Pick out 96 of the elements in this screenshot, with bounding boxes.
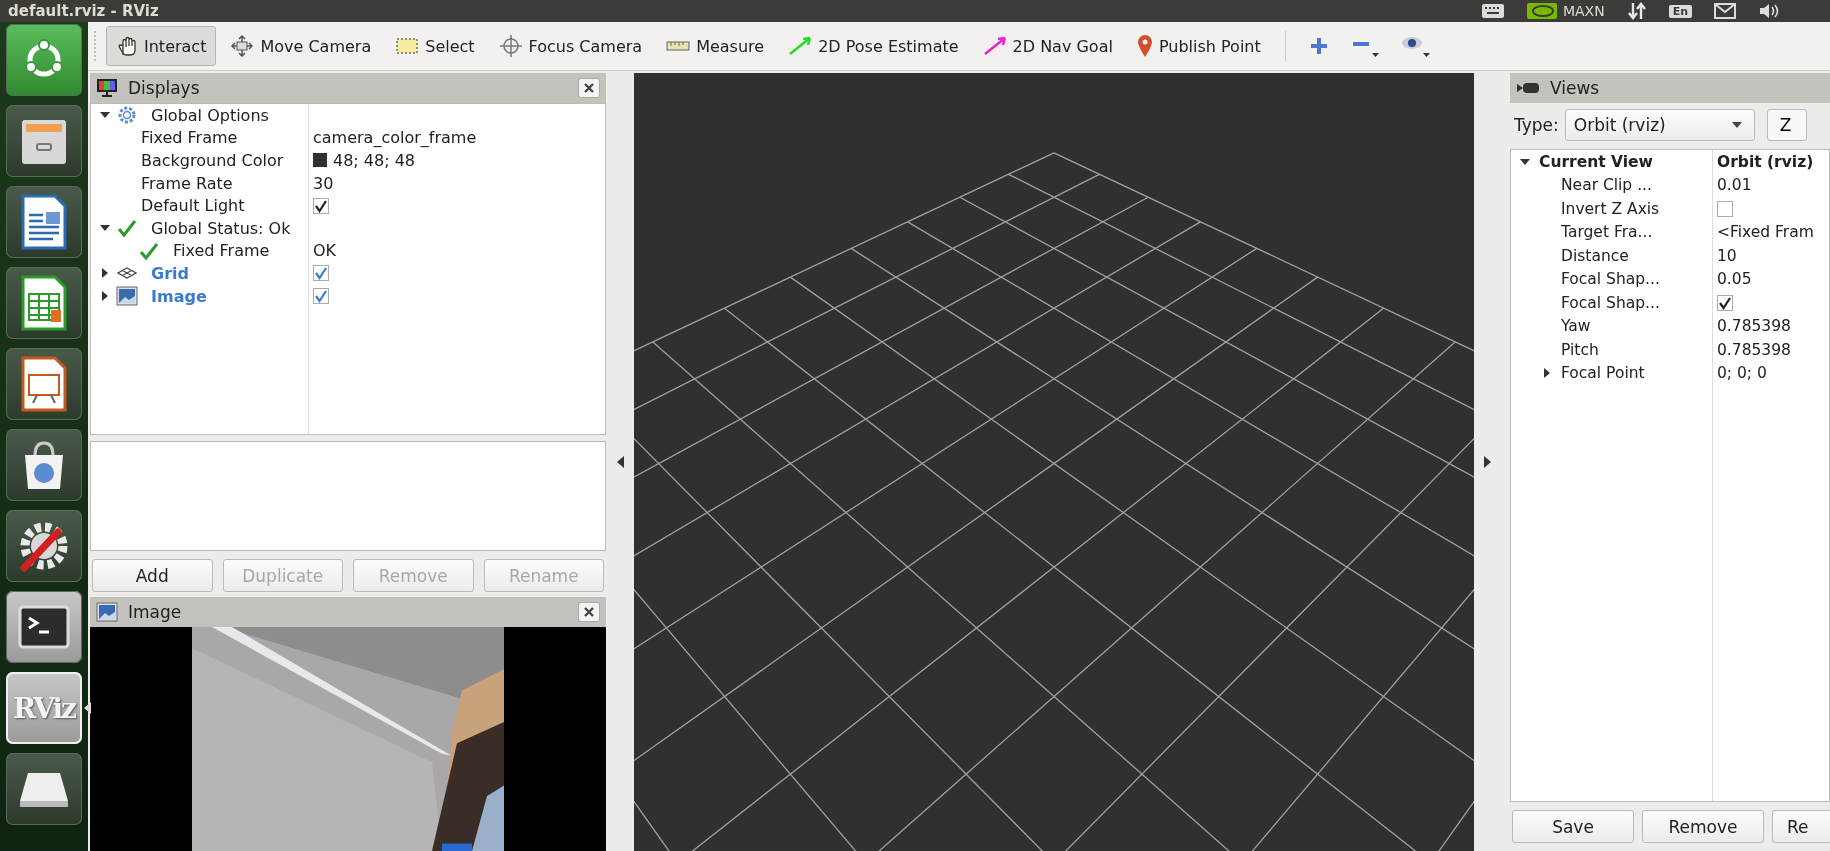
close-button[interactable] [578, 78, 600, 98]
camera-icon [1516, 81, 1540, 95]
launcher-item[interactable] [6, 348, 82, 420]
power-mode-label[interactable]: MAXN [1562, 3, 1605, 19]
property-name[interactable]: Current View [1535, 152, 1653, 171]
tool-button[interactable]: Focus Camera [488, 26, 653, 66]
property-name[interactable]: Focal Shap... [1557, 270, 1660, 289]
tool-button[interactable]: Publish Point [1126, 26, 1271, 66]
eye-logo-icon[interactable] [1526, 3, 1557, 19]
property-name[interactable]: Frame Rate [137, 173, 233, 193]
property-name[interactable]: Invert Z Axis [1557, 199, 1660, 218]
property-value: OK [313, 241, 337, 261]
image-icon [96, 602, 118, 622]
checkbox[interactable] [313, 288, 329, 305]
color-swatch[interactable] [313, 153, 327, 168]
app-logo: RViz [12, 691, 75, 725]
collapse-arrow-icon[interactable] [1484, 456, 1492, 468]
property-name[interactable]: Near Clip ... [1557, 176, 1652, 195]
launcher-item[interactable] [6, 753, 82, 825]
monitor-icon [96, 78, 118, 98]
launcher-item[interactable] [6, 186, 82, 258]
keyboard-icon[interactable] [1480, 3, 1505, 19]
map-pin-icon [1136, 34, 1153, 58]
panel-title: Image [128, 602, 183, 622]
ruler-icon [666, 40, 691, 52]
terminal-icon [17, 604, 71, 650]
arrow-icon [788, 36, 813, 56]
tool-button[interactable]: Measure [656, 26, 775, 66]
panel-button[interactable]: Add [92, 559, 213, 592]
property-name[interactable]: Yaw [1557, 317, 1591, 336]
tool-button[interactable]: 2D Pose Estimate [778, 26, 969, 66]
language-indicator[interactable]: En [1668, 4, 1692, 18]
check-icon [139, 241, 159, 260]
property-value: <Fixed Fram [1717, 223, 1814, 242]
property-value: 0.05 [1717, 270, 1752, 289]
property-name[interactable]: Default Light [137, 196, 245, 216]
launcher-item[interactable] [6, 24, 82, 96]
property-name[interactable]: Background Color [137, 151, 284, 170]
launcher-item[interactable] [6, 591, 82, 663]
mail-icon[interactable] [1714, 3, 1736, 19]
type-dropdown[interactable]: Orbit (rviz) [1564, 109, 1755, 141]
launcher-item[interactable] [6, 429, 82, 501]
property-name[interactable]: Global Status: Ok [147, 218, 291, 238]
property-value: 0.785398 [1717, 340, 1791, 359]
property-name[interactable]: Pitch [1557, 340, 1599, 359]
gear-icon [117, 105, 137, 126]
property-name[interactable]: Image [147, 286, 207, 306]
property-value: 0.785398 [1717, 317, 1791, 336]
property-name[interactable]: Grid [147, 263, 189, 283]
tool-button[interactable]: Select [385, 26, 485, 66]
tool-button[interactable]: 2D Nav Goal [972, 26, 1123, 66]
checkbox[interactable] [313, 197, 329, 214]
property-name[interactable]: Distance [1557, 246, 1629, 265]
launcher-item[interactable] [6, 510, 82, 582]
panel-title: Displays [128, 78, 201, 98]
property-value: 30 [313, 173, 334, 193]
checkbox[interactable] [1717, 294, 1733, 311]
grid-icon [117, 267, 137, 280]
dropdown-caret-icon [1731, 122, 1742, 128]
property-value: 10 [1717, 246, 1737, 265]
close-button[interactable] [578, 602, 600, 622]
property-value: camera_color_frame [313, 128, 477, 148]
window-title: default.rviz - RViz [8, 2, 159, 20]
arrow-icon [982, 36, 1007, 56]
collapse-arrow-icon[interactable] [616, 456, 624, 468]
property-name[interactable]: Fixed Frame [169, 241, 270, 261]
hand-icon [116, 35, 138, 57]
tool-button[interactable]: Interact [106, 26, 217, 66]
move-arrows-icon [230, 35, 255, 57]
launcher-item[interactable] [6, 105, 82, 177]
checkbox[interactable] [1717, 200, 1733, 217]
property-value: 0; 0; 0 [1717, 364, 1767, 383]
crosshair-icon [498, 34, 523, 58]
updown-arrows-icon[interactable] [1626, 2, 1647, 20]
property-value: 48; 48; 48 [333, 151, 416, 170]
panel-button[interactable]: Remove [1642, 810, 1764, 843]
property-name[interactable]: Target Fra... [1557, 223, 1653, 242]
tool-button[interactable]: Move Camera [220, 26, 382, 66]
panel-button[interactable]: Re [1772, 810, 1830, 843]
type-label: Type: [1514, 115, 1559, 135]
property-name[interactable]: Global Options [147, 105, 269, 125]
property-name[interactable]: Focal Shap... [1557, 293, 1660, 312]
check-icon [117, 219, 137, 238]
zero-button[interactable]: Z [1766, 109, 1807, 141]
property-value: Orbit (rviz) [1717, 152, 1814, 171]
close-icon [584, 83, 594, 93]
property-name[interactable]: Fixed Frame [137, 128, 238, 148]
checkbox[interactable] [313, 265, 329, 282]
close-icon [584, 607, 594, 617]
panel-title: Views [1550, 78, 1601, 98]
launcher-item[interactable] [6, 267, 82, 339]
selection-box-icon [395, 36, 420, 56]
property-value: 0.01 [1717, 176, 1752, 195]
image-icon [116, 286, 138, 307]
property-name[interactable]: Focal Point [1557, 364, 1645, 383]
panel-button[interactable]: Save [1512, 810, 1634, 843]
